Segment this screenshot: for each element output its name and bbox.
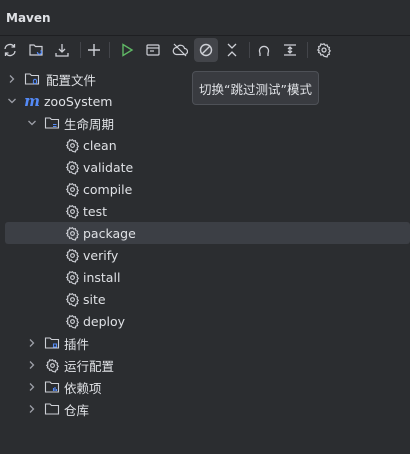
run-icon[interactable] xyxy=(115,38,139,62)
tree-node-lifecycle[interactable]: 生命周期 xyxy=(0,112,410,134)
panel-title: Maven xyxy=(6,10,51,25)
lifecycle-goal-deploy[interactable]: deploy xyxy=(0,310,410,332)
goal-label: clean xyxy=(83,137,117,153)
gear-icon xyxy=(64,137,80,153)
chevron-right-icon[interactable] xyxy=(26,403,38,415)
collapse-all-icon[interactable] xyxy=(220,38,244,62)
chevron-right-icon[interactable] xyxy=(26,337,38,349)
lifecycle-goal-install[interactable]: install xyxy=(0,266,410,288)
gear-icon xyxy=(64,313,80,329)
chevron-right-icon[interactable] xyxy=(26,381,38,393)
tree-node-repositories[interactable]: 仓库 xyxy=(0,398,410,420)
lifecycle-goal-site[interactable]: site xyxy=(0,288,410,310)
gear-icon xyxy=(64,225,80,241)
tree-node-plugins[interactable]: 插件 xyxy=(0,332,410,354)
execute-goal-icon[interactable] xyxy=(141,38,165,62)
gear-icon xyxy=(64,203,80,219)
toolbar-separator xyxy=(307,42,308,58)
lifecycle-goal-compile[interactable]: compile xyxy=(0,178,410,200)
reload-icon[interactable] xyxy=(0,38,22,62)
plugins-folder-icon xyxy=(44,335,60,351)
goal-label: site xyxy=(83,291,106,307)
goal-label: deploy xyxy=(83,313,126,329)
dependency-analyzer-icon[interactable] xyxy=(252,38,276,62)
tree-node-label: 运行配置 xyxy=(64,358,115,374)
lifecycle-folder-icon xyxy=(44,115,60,131)
lifecycle-goal-package[interactable]: package xyxy=(5,222,410,244)
goal-label: test xyxy=(83,203,108,219)
show-diagram-icon[interactable] xyxy=(278,38,302,62)
toolbar-separator xyxy=(249,42,250,58)
dependencies-folder-icon xyxy=(44,379,60,395)
gear-icon xyxy=(64,269,80,285)
lifecycle-goal-validate[interactable]: validate xyxy=(0,156,410,178)
maven-project-icon: m xyxy=(24,92,40,110)
gear-icon xyxy=(64,247,80,263)
skip-tests-tooltip: 切换“跳过测试”模式 xyxy=(192,71,319,105)
goal-label: install xyxy=(83,269,121,285)
tree-node-label: 仓库 xyxy=(64,402,90,418)
tooltip-text: 切换“跳过测试”模式 xyxy=(199,81,312,97)
offline-mode-icon[interactable] xyxy=(168,38,192,62)
panel-header: Maven xyxy=(0,0,410,36)
goal-label: package xyxy=(83,225,136,241)
lifecycle-goal-clean[interactable]: clean xyxy=(0,134,410,156)
settings-icon[interactable] xyxy=(312,38,336,62)
lifecycle-goal-test[interactable]: test xyxy=(0,200,410,222)
gear-icon xyxy=(64,159,80,175)
chevron-down-icon[interactable] xyxy=(26,117,38,129)
gear-icon xyxy=(44,357,60,373)
gear-icon xyxy=(64,291,80,307)
tree-node-run-configurations[interactable]: 运行配置 xyxy=(0,354,410,376)
tree-node-label: 依赖项 xyxy=(64,380,102,396)
gear-icon xyxy=(64,181,80,197)
toolbar-separator xyxy=(80,42,81,58)
add-icon[interactable] xyxy=(82,38,106,62)
toolbar-separator xyxy=(109,42,110,58)
goal-label: validate xyxy=(83,159,134,175)
goal-label: verify xyxy=(83,247,119,263)
tree-node-label: zooSystem xyxy=(44,93,113,109)
download-icon[interactable] xyxy=(50,38,74,62)
chevron-right-icon[interactable] xyxy=(6,73,18,85)
config-folder-icon xyxy=(24,71,40,87)
tree-node-label: 配置文件 xyxy=(46,72,97,88)
folder-icon xyxy=(44,401,60,417)
lifecycle-goal-verify[interactable]: verify xyxy=(0,244,410,266)
skip-tests-icon[interactable] xyxy=(194,38,218,62)
maven-toolbar xyxy=(0,36,410,64)
tree-node-label: 生命周期 xyxy=(64,116,115,132)
generate-sources-icon[interactable] xyxy=(24,38,48,62)
tree-node-label: 插件 xyxy=(64,336,90,352)
chevron-down-icon[interactable] xyxy=(6,95,18,107)
chevron-right-icon[interactable] xyxy=(26,359,38,371)
goal-label: compile xyxy=(83,181,133,197)
tree-node-dependencies[interactable]: 依赖项 xyxy=(0,376,410,398)
